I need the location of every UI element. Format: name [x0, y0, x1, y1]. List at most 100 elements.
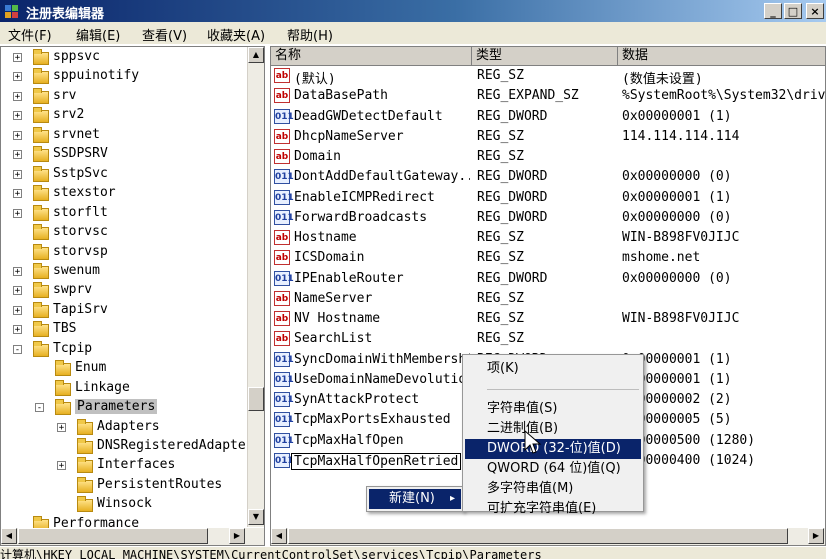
value-row[interactable]: 011 EnableICMPRedirect REG_DWORD 0x00000001…: [271, 188, 825, 208]
value-data: 0x00000005 (5): [622, 412, 732, 428]
expand-icon[interactable]: +: [13, 130, 22, 140]
tree-node-label: SstpSvc: [53, 165, 108, 181]
tree-node[interactable]: + TBS: [1, 320, 246, 339]
submenu-item[interactable]: DWORD (32-位)值(D): [465, 439, 641, 459]
value-row[interactable]: ab DataBasePath REG_EXPAND_SZ %SystemRoot%\…: [271, 86, 825, 106]
value-row[interactable]: 011 ForwardBroadcasts REG_DWORD 0x00000000 …: [271, 208, 825, 228]
scroll-thumb[interactable]: [288, 528, 788, 544]
menu-separator: [487, 389, 639, 390]
expand-icon[interactable]: +: [13, 91, 22, 101]
collapse-icon[interactable]: -: [13, 344, 22, 354]
submenu-item[interactable]: 字符串值(S): [465, 399, 641, 419]
registry-tree[interactable]: + sppsvc + sppuinotify + srv + srv2 + srvnet + SSDP…: [0, 46, 265, 546]
value-name[interactable]: TcpMaxHalfOpenRetried: [291, 452, 462, 470]
menu-favorites[interactable]: 收藏夹(A): [207, 25, 265, 44]
value-row[interactable]: 011 DeadGWDetectDefault REG_DWORD 0x0000000…: [271, 107, 825, 127]
column-header-name[interactable]: 名称: [271, 47, 472, 66]
menu-help[interactable]: 帮助(H): [287, 25, 333, 44]
value-row[interactable]: ab Hostname REG_SZ WIN-B898FV0JIJC: [271, 228, 825, 248]
tree-node[interactable]: + srv: [1, 87, 246, 106]
tree-node[interactable]: + Adapters: [1, 418, 246, 437]
submenu-item[interactable]: 项(K): [465, 359, 641, 379]
folder-icon: [77, 457, 93, 474]
expand-icon[interactable]: +: [13, 286, 22, 296]
tree-node[interactable]: Winsock: [1, 495, 246, 514]
scroll-left-icon[interactable]: ◀: [271, 528, 287, 544]
tree-vertical-scrollbar[interactable]: ▲ ▼: [247, 47, 264, 527]
submenu-item[interactable]: QWORD (64 位)值(Q): [465, 459, 641, 479]
tree-node[interactable]: - Tcpip: [1, 340, 246, 359]
menu-item-new[interactable]: 新建(N) ▸: [369, 489, 461, 509]
value-data: 0x00000000 (0): [622, 209, 732, 225]
scroll-thumb[interactable]: [18, 528, 208, 544]
scroll-thumb[interactable]: [248, 387, 264, 411]
submenu-item[interactable]: 二进制值(B): [465, 419, 641, 439]
tree-node[interactable]: - Parameters: [1, 398, 246, 417]
tree-node[interactable]: + SSDPSRV: [1, 145, 246, 164]
menu-view[interactable]: 查看(V): [142, 25, 187, 44]
tree-node[interactable]: + srvnet: [1, 126, 246, 145]
close-button[interactable]: ×: [806, 3, 824, 19]
expand-icon[interactable]: +: [13, 150, 22, 160]
expand-icon[interactable]: +: [13, 189, 22, 199]
menu-edit[interactable]: 编辑(E): [76, 25, 120, 44]
scroll-down-icon[interactable]: ▼: [248, 509, 264, 525]
submenu-item[interactable]: 多字符串值(M): [465, 479, 641, 499]
expand-icon[interactable]: +: [13, 305, 22, 315]
expand-icon[interactable]: +: [13, 53, 22, 63]
restore-button[interactable]: □: [784, 3, 802, 19]
column-header-data[interactable]: 数据: [618, 47, 825, 66]
scroll-right-icon[interactable]: ▶: [229, 528, 245, 544]
value-row[interactable]: ab ICSDomain REG_SZ mshome.net: [271, 248, 825, 268]
expand-icon[interactable]: +: [13, 325, 22, 335]
menu-file[interactable]: 文件(F): [8, 25, 52, 44]
tree-node[interactable]: storvsp: [1, 243, 246, 262]
scroll-left-icon[interactable]: ◀: [1, 528, 17, 544]
value-row[interactable]: 011 DontAddDefaultGateway... REG_DWORD 0x00…: [271, 167, 825, 187]
value-row[interactable]: ab NV Hostname REG_SZ WIN-B898FV0JIJC: [271, 309, 825, 329]
expand-icon[interactable]: +: [57, 461, 66, 471]
expand-icon[interactable]: +: [13, 169, 22, 179]
value-data: (数值未设置): [622, 72, 703, 87]
value-row[interactable]: ab DhcpNameServer REG_SZ 114.114.114.114: [271, 127, 825, 147]
expand-icon[interactable]: +: [13, 208, 22, 218]
minimize-button[interactable]: _: [764, 3, 782, 19]
tree-node[interactable]: + SstpSvc: [1, 165, 246, 184]
expand-icon[interactable]: +: [13, 111, 22, 121]
column-header-type[interactable]: 类型: [472, 47, 618, 66]
tree-node[interactable]: + sppsvc: [1, 48, 246, 67]
expand-icon[interactable]: +: [13, 72, 22, 82]
tree-node[interactable]: PersistentRoutes: [1, 476, 246, 495]
tree-node[interactable]: + storflt: [1, 204, 246, 223]
tree-node[interactable]: Enum: [1, 359, 246, 378]
value-name: DeadGWDetectDefault: [294, 108, 443, 124]
expand-icon[interactable]: +: [57, 422, 66, 432]
value-row[interactable]: 011 IPEnableRouter REG_DWORD 0x00000000 (0): [271, 269, 825, 289]
tree-node[interactable]: + swenum: [1, 262, 246, 281]
tree-node-label: stexstor: [53, 185, 116, 201]
tree-node[interactable]: Linkage: [1, 379, 246, 398]
tree-node[interactable]: DNSRegisteredAdapter: [1, 437, 254, 456]
collapse-icon[interactable]: -: [35, 403, 44, 413]
tree-node[interactable]: + stexstor: [1, 184, 246, 203]
value-row[interactable]: ab SearchList REG_SZ: [271, 329, 825, 349]
list-horizontal-scrollbar[interactable]: ◀ ▶: [271, 528, 825, 545]
scroll-right-icon[interactable]: ▶: [808, 528, 824, 544]
tree-node[interactable]: + TapiSrv: [1, 301, 246, 320]
value-row[interactable]: ab NameServer REG_SZ: [271, 289, 825, 309]
tree-horizontal-scrollbar[interactable]: ◀ ▶: [1, 528, 264, 545]
tree-node-label: sppuinotify: [53, 68, 140, 84]
submenu-item[interactable]: 可扩充字符串值(E): [465, 499, 641, 519]
value-data: 0x00000500 (1280): [622, 432, 756, 448]
value-row[interactable]: ab Domain REG_SZ: [271, 147, 825, 167]
tree-node[interactable]: storvsc: [1, 223, 246, 242]
scroll-up-icon[interactable]: ▲: [248, 47, 264, 63]
tree-node[interactable]: + swprv: [1, 281, 246, 300]
tree-node[interactable]: + sppuinotify: [1, 67, 246, 86]
tree-node-label: TapiSrv: [53, 301, 108, 317]
dword-value-icon: 011: [274, 392, 294, 407]
tree-node[interactable]: + srv2: [1, 106, 246, 125]
expand-icon[interactable]: +: [13, 266, 22, 276]
tree-node[interactable]: + Interfaces: [1, 456, 246, 475]
value-row[interactable]: ab (默认) REG_SZ (数值未设置): [271, 66, 825, 87]
